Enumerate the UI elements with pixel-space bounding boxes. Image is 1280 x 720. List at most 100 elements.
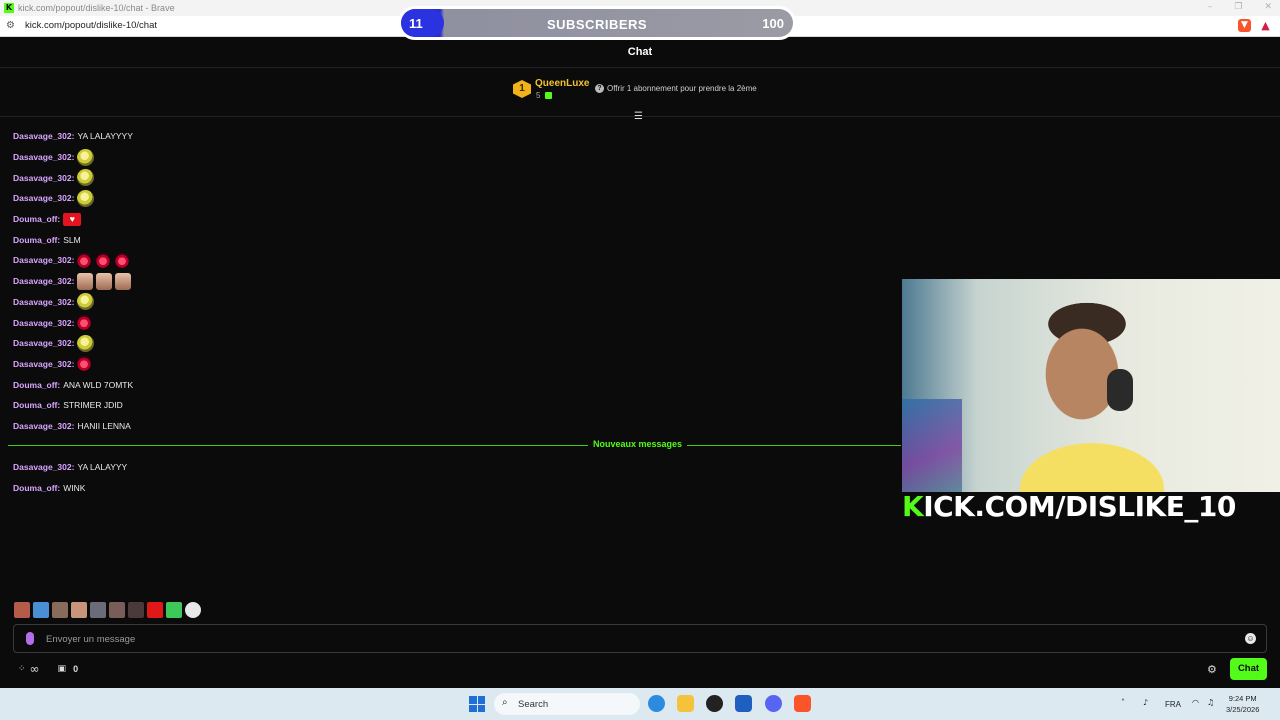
edge-icon[interactable]: [648, 695, 665, 712]
message-username[interactable]: Dasavage_302:: [13, 462, 74, 472]
message-username[interactable]: Dasavage_302:: [13, 297, 74, 307]
restore-icon[interactable]: ❐: [1234, 2, 1242, 12]
red-emote-icon[interactable]: ♥: [63, 212, 82, 226]
message-username[interactable]: Dasavage_302:: [13, 359, 74, 369]
close-icon[interactable]: ✕: [1264, 2, 1272, 12]
goal-target: 100: [762, 16, 784, 31]
smile-emote-icon[interactable]: [77, 169, 95, 187]
message-username[interactable]: Douma_off:: [13, 235, 60, 245]
file-explorer-icon[interactable]: [677, 695, 694, 712]
mic-tray-icon[interactable]: ♪: [1143, 698, 1148, 707]
gift-offer-text[interactable]: Offrir 1 abonnement pour prendre la 2ème: [607, 84, 757, 93]
chat-input-box[interactable]: ☺: [13, 624, 1267, 653]
new-messages-label: Nouveaux messages: [588, 439, 688, 449]
chat-message: Dasavage_302:: [13, 147, 893, 168]
emote-4-icon[interactable]: [71, 602, 87, 618]
message-username[interactable]: Dasavage_302:: [13, 255, 74, 265]
chat-message: Dasavage_302:: [13, 292, 893, 313]
message-input[interactable]: [46, 631, 1226, 647]
kick-favicon-icon: K: [4, 3, 14, 13]
gift-icon: [545, 92, 552, 99]
smile-emote-icon[interactable]: [77, 293, 95, 311]
taskbar-clock[interactable]: 9:24 PM 3/25/2026: [1226, 693, 1259, 715]
windows-start-icon[interactable]: [469, 696, 485, 712]
chat-message: Dasavage_302: YA LALAYYYY: [13, 126, 893, 147]
taskbar-search[interactable]: ⌕ Search: [494, 693, 640, 715]
fire-emote-icon[interactable]: [77, 252, 92, 268]
face-emote-icon[interactable]: [96, 272, 113, 290]
message-username[interactable]: Dasavage_302:: [13, 276, 74, 286]
message-username[interactable]: Dasavage_302:: [13, 152, 74, 162]
message-username[interactable]: Dasavage_302:: [13, 421, 74, 431]
brave-shields-icon[interactable]: ▼: [1238, 19, 1251, 32]
emote-7-icon[interactable]: [128, 602, 144, 618]
collapse-leaderboard-icon[interactable]: ☰: [634, 111, 643, 122]
minimize-icon[interactable]: –: [1208, 2, 1213, 12]
message-text: YA LALAYYY: [77, 462, 128, 473]
emote-10-icon[interactable]: [185, 602, 201, 618]
emote-6-icon[interactable]: [109, 602, 125, 618]
url-field[interactable]: kick.com/popout/dislike-10/chat: [25, 20, 157, 31]
message-username[interactable]: Dasavage_302:: [13, 131, 74, 141]
chat-message: Dasavage_302:: [13, 354, 893, 375]
message-username[interactable]: Dasavage_302:: [13, 193, 74, 203]
chat-messages: Dasavage_302: YA LALAYYYY Dasavage_302: Das…: [13, 126, 893, 436]
fire-emote-icon[interactable]: [96, 252, 111, 268]
chat-settings-icon[interactable]: ⚙: [1207, 663, 1217, 676]
leader-username[interactable]: QueenLuxe: [535, 78, 589, 89]
microphone-icon[interactable]: [26, 632, 34, 645]
wifi-icon[interactable]: ◠: [1192, 698, 1199, 707]
message-username[interactable]: Dasavage_302:: [13, 338, 74, 348]
fire-emote-icon[interactable]: [115, 252, 130, 268]
face-emote-icon[interactable]: [77, 272, 94, 290]
chat-message: Dasavage_302:: [13, 250, 893, 271]
chat-message: Douma_off: ♥: [13, 209, 893, 230]
volume-icon[interactable]: ♫: [1207, 698, 1214, 707]
emote-8-icon[interactable]: [147, 602, 163, 618]
gift-box-icon[interactable]: ▣: [58, 664, 67, 674]
message-username[interactable]: Douma_off:: [13, 483, 60, 493]
chat-message: Dasavage_302:: [13, 312, 893, 333]
face-emote-icon[interactable]: [115, 272, 132, 290]
chat-message: Douma_off: SLM: [13, 229, 893, 250]
leader-gift-count: 5: [536, 91, 541, 100]
message-username[interactable]: Dasavage_302:: [13, 318, 74, 328]
channel-banner: KICK.COM/DISLIKE_10: [902, 490, 1280, 526]
message-username[interactable]: Douma_off:: [13, 400, 60, 410]
emoji-picker-icon[interactable]: ☺: [1245, 633, 1256, 644]
points-area: ⁘ ∞ ▣ 0: [18, 662, 78, 676]
smile-emote-icon[interactable]: [77, 148, 95, 166]
discord-icon[interactable]: [765, 695, 782, 712]
obs-icon[interactable]: [706, 695, 723, 712]
emote-2-icon[interactable]: [33, 602, 49, 618]
subscriber-goal-bar: 11 SUBSCRIBERS 100: [398, 6, 796, 40]
fire-emote-icon[interactable]: [77, 356, 92, 372]
brave-icon[interactable]: [794, 695, 811, 712]
message-username[interactable]: Douma_off:: [13, 380, 60, 390]
emote-1-icon[interactable]: [14, 602, 30, 618]
message-username[interactable]: Douma_off:: [13, 214, 60, 224]
chat-message: Dasavage_302:: [13, 271, 893, 292]
clock-date: 3/25/2026: [1226, 705, 1260, 714]
store-icon[interactable]: [735, 695, 752, 712]
chat-message: Dasavage_302:: [13, 188, 893, 209]
smile-emote-icon[interactable]: [77, 189, 95, 207]
headset: [1107, 369, 1133, 411]
emote-3-icon[interactable]: [52, 602, 68, 618]
window-title: kick.com/popout/dislike-10/chat - Brave: [18, 3, 175, 13]
language-indicator[interactable]: FRA: [1165, 700, 1181, 709]
smile-emote-icon[interactable]: [77, 334, 95, 352]
tray-overflow-icon[interactable]: ˄: [1121, 698, 1125, 707]
chat-message: Douma_off: STRIMER JDID: [13, 395, 893, 416]
channel-points-icon[interactable]: ⁘: [18, 664, 26, 674]
fire-emote-icon[interactable]: [77, 315, 92, 331]
site-settings-icon[interactable]: ⚙: [6, 20, 15, 31]
message-username[interactable]: Dasavage_302:: [13, 173, 74, 183]
background-plant: [902, 399, 962, 492]
emote-5-icon[interactable]: [90, 602, 106, 618]
chat-message: Douma_off: ANA WLD 7OMTK: [13, 374, 893, 395]
brave-rewards-icon[interactable]: ▲: [1259, 19, 1272, 32]
chat-header: Chat: [0, 37, 1280, 68]
send-chat-button[interactable]: Chat: [1230, 658, 1267, 680]
emote-9-icon[interactable]: [166, 602, 182, 618]
